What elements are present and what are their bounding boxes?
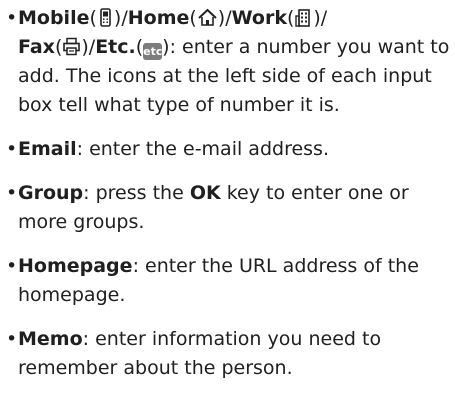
- term-homepage: Homepage: [18, 255, 133, 277]
- document-body: • Mobile()/Home()/Work()/ Fax()/Etc.(etc…: [6, 4, 452, 398]
- list-item-homepage: • Homepage: enter the URL address of the…: [6, 252, 452, 310]
- fax-icon: [62, 37, 81, 56]
- bullet: •: [6, 255, 18, 277]
- bullet: •: [6, 328, 18, 350]
- term-etc: Etc.: [95, 36, 136, 58]
- ok-key-label: OK: [189, 182, 221, 204]
- bullet: •: [6, 182, 18, 204]
- etc-icon: etc: [143, 43, 163, 60]
- term-work: Work: [231, 7, 287, 29]
- list-item-number-types: • Mobile()/Home()/Work()/ Fax()/Etc.(etc…: [6, 4, 452, 120]
- home-icon: [197, 8, 218, 27]
- list-item-group: • Group: press the OK key to enter one o…: [6, 179, 452, 237]
- term-group: Group: [18, 182, 84, 204]
- bullet: •: [6, 138, 18, 160]
- email-description: : enter the e-mail address.: [76, 138, 329, 160]
- work-building-icon: [294, 8, 313, 27]
- list-item-memo: • Memo: enter information you need to re…: [6, 325, 452, 383]
- term-mobile: Mobile: [18, 7, 90, 29]
- list-item-email: • Email: enter the e-mail address.: [6, 135, 452, 164]
- term-email: Email: [18, 138, 77, 160]
- bullet: •: [6, 7, 18, 29]
- term-fax: Fax: [18, 36, 55, 58]
- mobile-phone-icon: [97, 8, 114, 27]
- term-home: Home: [127, 7, 190, 29]
- term-memo: Memo: [18, 328, 83, 350]
